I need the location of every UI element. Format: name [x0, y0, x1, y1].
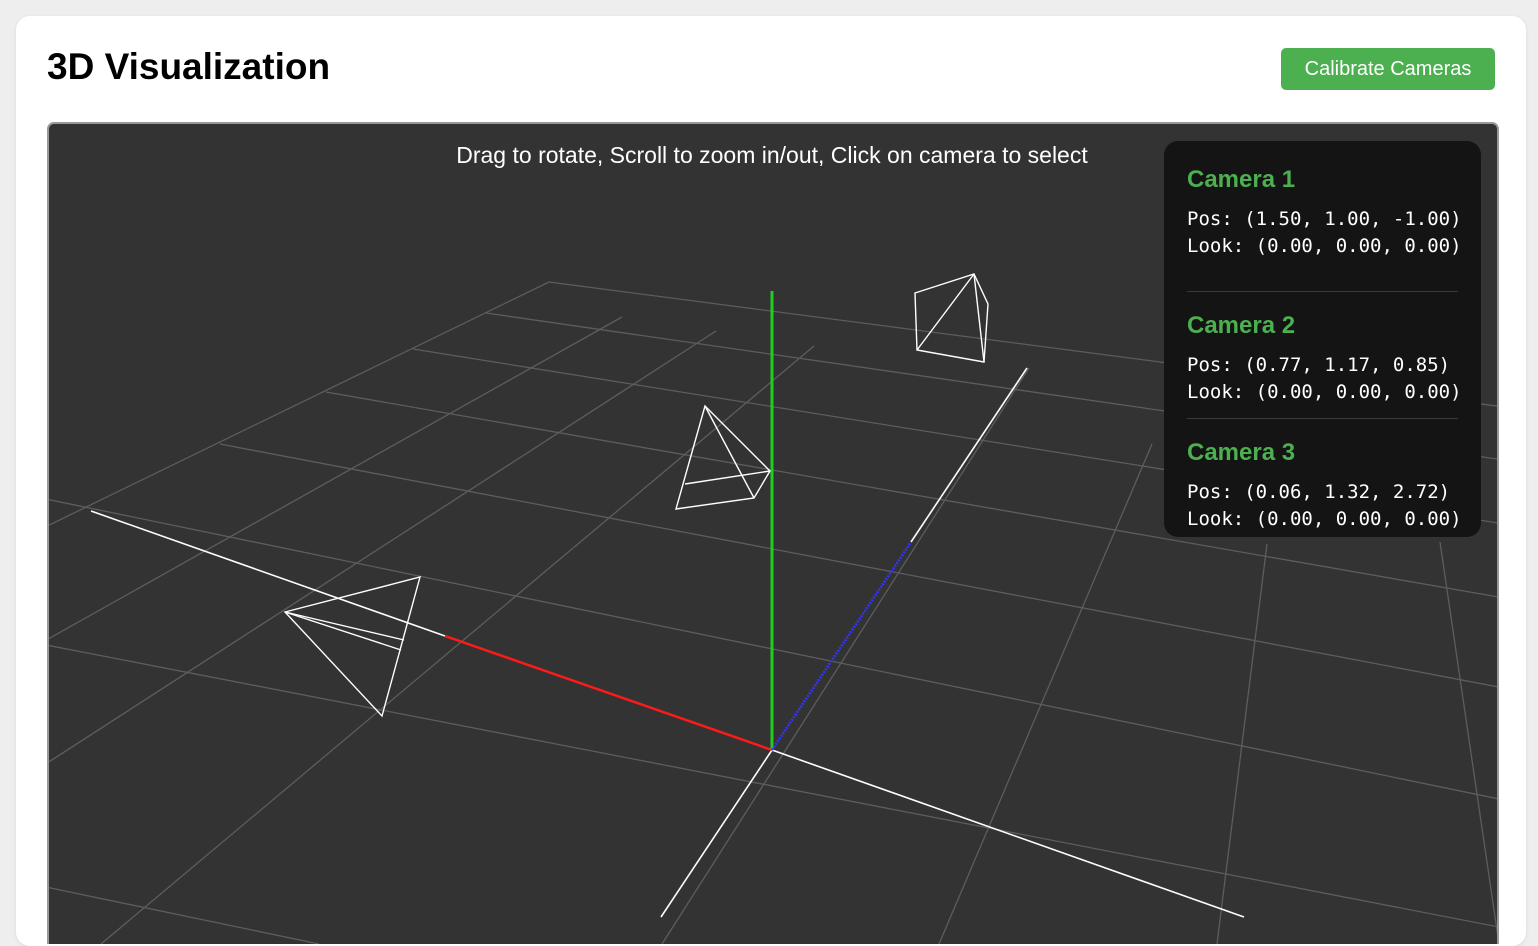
- camera-position: Pos: (0.06, 1.32, 2.72): [1187, 481, 1451, 503]
- page-title: 3D Visualization: [47, 46, 331, 87]
- z-axis: [770, 541, 913, 751]
- calibrate-cameras-button[interactable]: Calibrate Cameras: [1281, 48, 1495, 90]
- camera-name: Camera 1: [1187, 166, 1296, 193]
- 3d-viewport[interactable]: Drag to rotate, Scroll to zoom in/out, C…: [47, 122, 1499, 944]
- camera-position: Pos: (0.77, 1.17, 0.85): [1187, 354, 1451, 376]
- camera-position: Pos: (1.50, 1.00, -1.00): [1187, 208, 1462, 230]
- camera-look: Look: (0.00, 0.00, 0.00): [1187, 381, 1462, 403]
- camera-entry-2[interactable]: Camera 2 Pos: (0.77, 1.17, 0.85) Look: (…: [1187, 292, 1462, 419]
- camera-info-panel: Camera 1 Pos: (1.50, 1.00, -1.00) Look: …: [1164, 141, 1481, 537]
- camera-entry-1[interactable]: Camera 1 Pos: (1.50, 1.00, -1.00) Look: …: [1187, 165, 1462, 292]
- camera-name: Camera 3: [1187, 439, 1296, 466]
- x-axis: [444, 634, 773, 752]
- camera-look: Look: (0.00, 0.00, 0.00): [1187, 235, 1462, 257]
- main-card: 3D Visualization Calibrate Cameras Drag …: [16, 16, 1526, 946]
- camera-2-frustum: [675, 404, 771, 510]
- camera-3-frustum: [914, 273, 989, 363]
- camera-name: Camera 2: [1187, 312, 1296, 339]
- camera-look: Look: (0.00, 0.00, 0.00): [1187, 508, 1462, 530]
- camera-entry-3[interactable]: Camera 3 Pos: (0.06, 1.32, 2.72) Look: (…: [1187, 419, 1462, 546]
